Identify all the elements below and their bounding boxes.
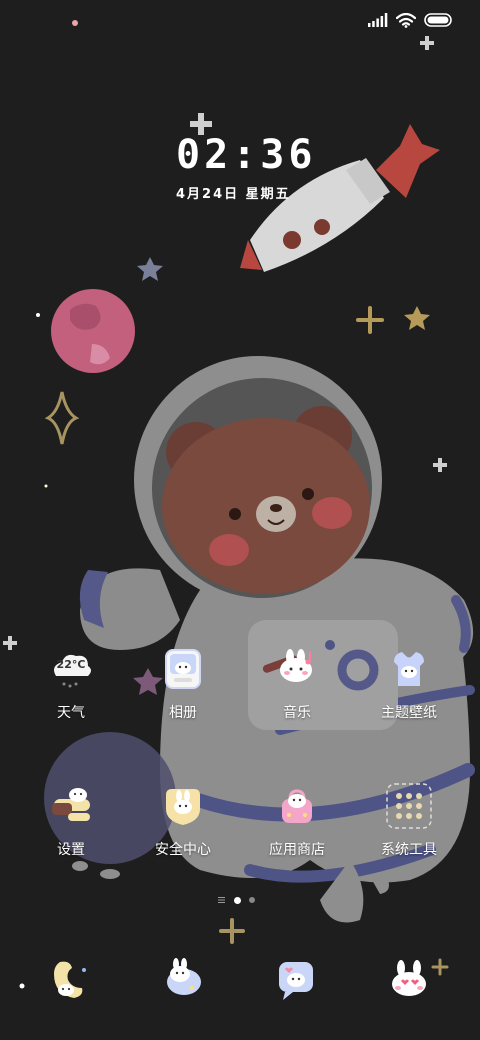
weather-temperature: 22°C	[56, 658, 86, 671]
phone-icon	[54, 961, 86, 998]
app-gallery[interactable]: 相册	[128, 646, 238, 722]
menu-lines-icon	[218, 897, 225, 903]
app-label: 天气	[57, 705, 85, 721]
page-indicator[interactable]	[218, 896, 255, 904]
app-store-icon	[274, 783, 320, 829]
app-music[interactable]: 音乐	[242, 646, 352, 722]
dock-camera[interactable]	[386, 956, 432, 1002]
messages-icon	[167, 958, 201, 995]
app-themes[interactable]: 主题壁纸	[354, 646, 464, 722]
dock-phone[interactable]	[46, 956, 92, 1002]
dock-browser[interactable]	[273, 956, 319, 1002]
app-label: 音乐	[283, 705, 311, 721]
battery-icon	[424, 13, 452, 27]
dock-messages[interactable]	[160, 956, 206, 1002]
signal-icon	[368, 13, 388, 27]
themes-icon	[386, 646, 432, 692]
security-icon	[160, 783, 206, 829]
browser-icon	[279, 962, 313, 1000]
app-settings[interactable]: 设置	[16, 783, 126, 859]
music-icon	[274, 646, 320, 692]
gallery-icon	[160, 646, 206, 692]
app-store[interactable]: 应用商店	[242, 783, 352, 859]
weather-icon: 22°C	[48, 646, 94, 692]
app-label: 系统工具	[381, 842, 437, 858]
page-dot-active	[234, 896, 241, 904]
page-dot	[249, 897, 255, 903]
wifi-icon	[396, 12, 416, 28]
app-label: 应用商店	[269, 842, 325, 858]
app-label: 设置	[57, 842, 85, 858]
camera-icon	[392, 960, 426, 996]
settings-icon	[48, 783, 94, 829]
folder-icon	[386, 783, 432, 829]
app-label: 相册	[169, 705, 197, 721]
app-label: 安全中心	[155, 842, 211, 858]
app-security[interactable]: 安全中心	[128, 783, 238, 859]
status-bar	[368, 8, 454, 32]
app-label: 主题壁纸	[381, 705, 437, 721]
app-weather[interactable]: 22°C 天气	[16, 646, 126, 722]
clock-date: 4月24日 星期五	[176, 187, 291, 202]
clock-time: 02:36	[176, 132, 317, 178]
app-folder-system-tools[interactable]: 系统工具	[354, 783, 464, 859]
